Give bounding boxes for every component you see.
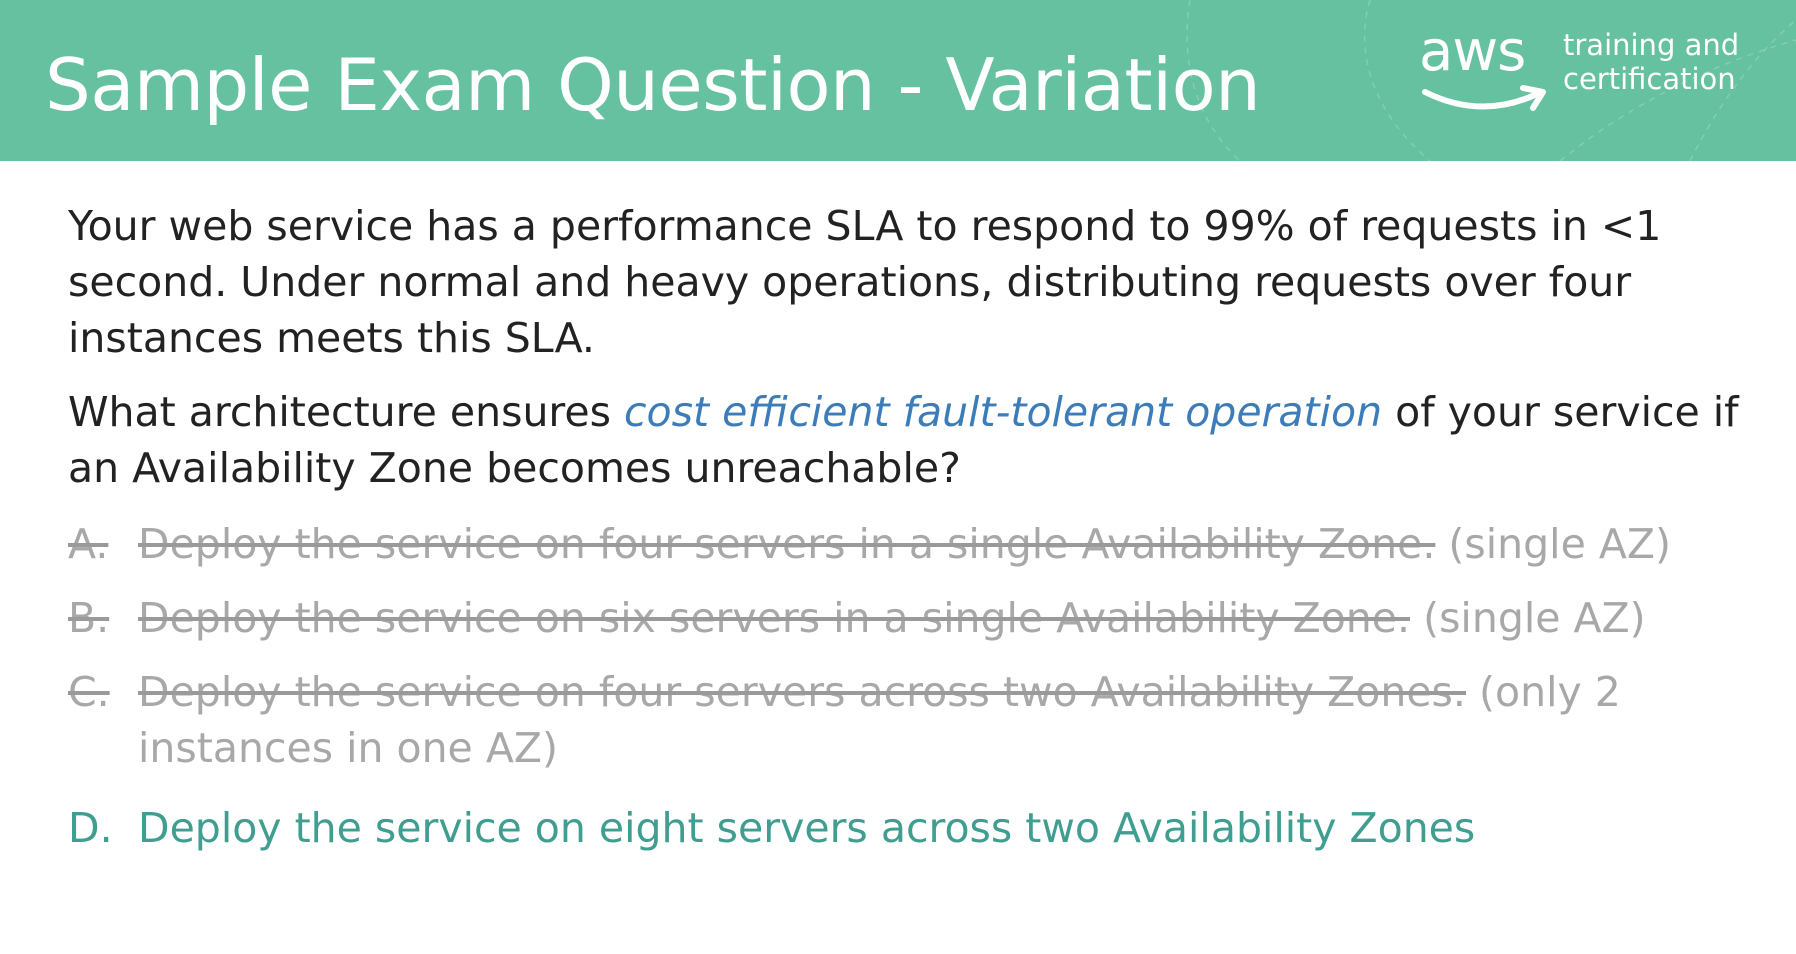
- option-letter: C.: [68, 668, 110, 716]
- option-body: Deploy the service on four servers in a …: [138, 516, 1758, 572]
- question-prompt: What architecture ensures cost efficient…: [68, 384, 1758, 496]
- option-body: Deploy the service on six servers in a s…: [138, 590, 1758, 646]
- option-note: (single AZ): [1410, 594, 1646, 642]
- option-text: Deploy the service on four servers acros…: [138, 668, 1466, 716]
- answer-option-a: A. Deploy the service on four servers in…: [68, 516, 1758, 572]
- logo-tagline: training and certification: [1563, 28, 1739, 96]
- question-prompt-emphasis: cost efficient fault-tolerant operation: [624, 388, 1383, 436]
- answer-option-d: D. Deploy the service on eight servers a…: [68, 800, 1758, 856]
- option-text: Deploy the service on eight servers acro…: [138, 804, 1476, 852]
- slide-header: Sample Exam Question - Variation aws tra…: [0, 0, 1796, 161]
- option-body: Deploy the service on four servers acros…: [138, 664, 1758, 776]
- option-letter: A.: [68, 520, 109, 568]
- question-prompt-before: What architecture ensures: [68, 388, 625, 436]
- logo-wordmark: aws: [1419, 19, 1526, 84]
- option-letter: D.: [68, 804, 113, 852]
- option-text: Deploy the service on six servers in a s…: [138, 594, 1411, 642]
- logo-tagline-line-1: training and: [1563, 28, 1740, 62]
- option-letter: B.: [68, 594, 110, 642]
- answer-option-c: C. Deploy the service on four servers ac…: [68, 664, 1758, 776]
- option-note: (single AZ): [1435, 520, 1671, 568]
- slide-title: Sample Exam Question - Variation: [45, 43, 1261, 127]
- answer-options: A. Deploy the service on four servers in…: [68, 516, 1758, 856]
- question-scenario: Your web service has a performance SLA t…: [68, 202, 1662, 362]
- answer-option-b: B. Deploy the service on six servers in …: [68, 590, 1758, 646]
- aws-training-logo: aws training and certification: [1415, 20, 1755, 130]
- option-text: Deploy the service on four servers in a …: [138, 520, 1436, 568]
- option-body: Deploy the service on eight servers acro…: [138, 800, 1758, 856]
- question-content: Your web service has a performance SLA t…: [68, 198, 1758, 874]
- logo-tagline-line-2: certification: [1563, 62, 1736, 96]
- smile-arrow-icon: [1422, 85, 1546, 111]
